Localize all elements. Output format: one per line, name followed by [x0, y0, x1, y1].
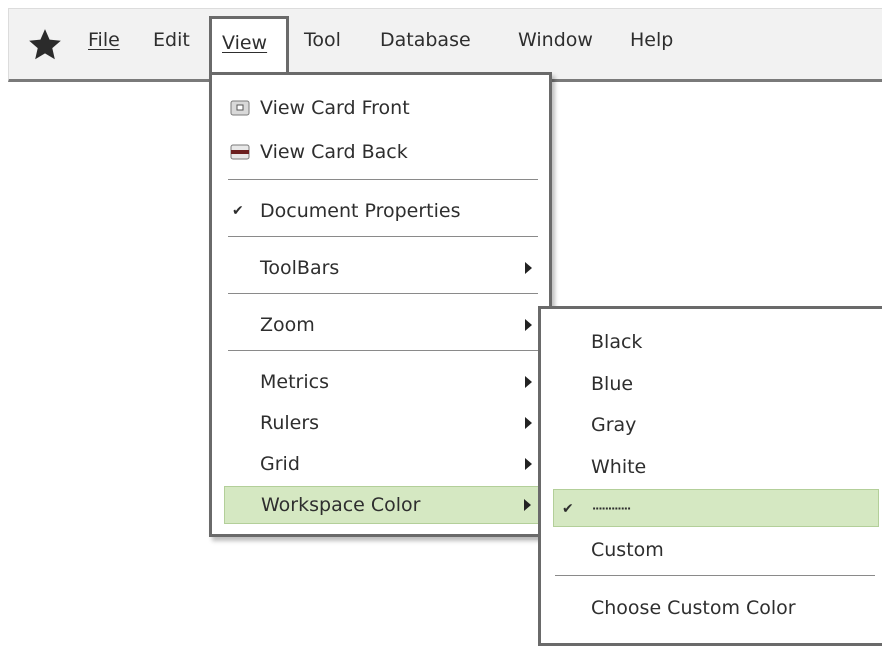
menu-item-choose-custom-color[interactable]: Choose Custom Color: [553, 589, 879, 627]
menu-item-black[interactable]: Black: [553, 323, 879, 361]
menu-database[interactable]: Database: [370, 16, 481, 74]
menu-separator: [555, 575, 875, 576]
menu-database-label: Database: [380, 29, 471, 51]
checkmark-icon: ✔: [562, 501, 574, 517]
submenu-arrow-icon: [525, 417, 532, 429]
menu-file[interactable]: File: [78, 16, 130, 74]
menu-help-label: Help: [630, 29, 674, 51]
menu-edit-label: Edit: [153, 29, 190, 51]
card-back-icon: [230, 144, 250, 160]
metrics-label: Metrics: [260, 371, 329, 393]
toolbars-label: ToolBars: [260, 257, 340, 279]
white-label: White: [591, 456, 647, 478]
menu-separator: [228, 350, 538, 351]
menu-separator: [228, 179, 538, 180]
zoom-label: Zoom: [260, 314, 315, 336]
menu-separator: [228, 236, 538, 237]
view-card-back-label: View Card Back: [260, 141, 408, 163]
submenu-arrow-icon: [525, 319, 532, 331]
grid-label: Grid: [260, 453, 300, 475]
menu-item-document-properties[interactable]: ✔ Document Properties: [224, 193, 542, 229]
menu-help[interactable]: Help: [620, 16, 683, 74]
blue-label: Blue: [591, 373, 634, 395]
menu-window-label: Window: [518, 29, 593, 51]
menu-view[interactable]: View: [209, 16, 289, 74]
menu-tool-label: Tool: [304, 29, 341, 51]
menu-item-view-card-back[interactable]: View Card Back: [224, 134, 542, 170]
menu-item-custom[interactable]: Custom: [553, 531, 879, 569]
menu-item-toolbars[interactable]: ToolBars: [224, 250, 542, 286]
submenu-arrow-icon: [524, 499, 531, 511]
current-color-label: ············: [592, 502, 631, 515]
document-properties-label: Document Properties: [260, 200, 461, 222]
menu-item-grid[interactable]: Grid: [224, 446, 542, 482]
menu-item-view-card-front[interactable]: View Card Front: [224, 90, 542, 126]
menu-item-metrics[interactable]: Metrics: [224, 364, 542, 400]
menu-item-blue[interactable]: Blue: [553, 365, 879, 403]
rulers-label: Rulers: [260, 412, 320, 434]
submenu-arrow-icon: [525, 376, 532, 388]
custom-label: Custom: [591, 539, 664, 561]
black-label: Black: [591, 331, 643, 353]
menu-item-workspace-color[interactable]: Workspace Color: [224, 486, 542, 524]
menu-item-zoom[interactable]: Zoom: [224, 307, 542, 343]
choose-custom-color-label: Choose Custom Color: [591, 597, 796, 619]
gray-label: Gray: [591, 414, 637, 436]
view-card-front-label: View Card Front: [260, 97, 410, 119]
checkmark-icon: ✔: [232, 203, 244, 219]
star-icon[interactable]: [26, 26, 64, 64]
menu-item-rulers[interactable]: Rulers: [224, 405, 542, 441]
menu-edit[interactable]: Edit: [143, 16, 200, 74]
menu-item-white[interactable]: White: [553, 448, 879, 486]
menu-file-label: File: [88, 29, 120, 51]
submenu-arrow-icon: [525, 262, 532, 274]
menu-window[interactable]: Window: [508, 16, 603, 74]
menu-item-current-color[interactable]: ✔ ············: [553, 489, 879, 527]
menu-separator: [228, 293, 538, 294]
menu-tool[interactable]: Tool: [294, 16, 351, 74]
menu-view-label: View: [222, 32, 268, 54]
menu-item-gray[interactable]: Gray: [553, 406, 879, 444]
submenu-arrow-icon: [525, 458, 532, 470]
view-menu-dropdown: View Card Front View Card Back ✔ Documen…: [209, 72, 552, 537]
card-front-icon: [230, 100, 250, 116]
workspace-color-submenu: Black Blue Gray White ✔ ············ Cus…: [538, 306, 882, 646]
workspace-color-label: Workspace Color: [261, 494, 421, 516]
